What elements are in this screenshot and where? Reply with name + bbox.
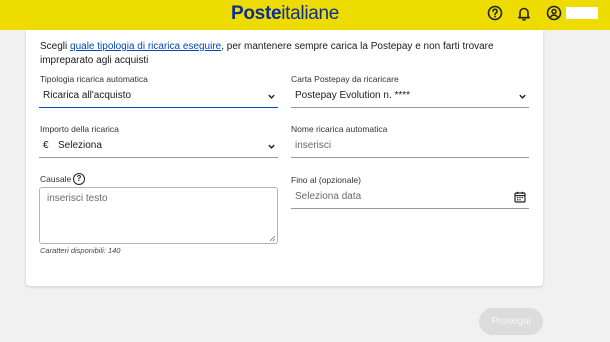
- fino-al-label: Fino al (opzionale): [291, 175, 361, 185]
- currency-symbol: €: [43, 140, 49, 151]
- chevron-down-icon: [268, 94, 275, 99]
- intro-text: Scegli quale tipologia di ricarica esegu…: [40, 41, 494, 66]
- resize-handle-icon[interactable]: [269, 235, 275, 241]
- nome-input[interactable]: inserisci: [291, 136, 529, 158]
- chevron-down-icon: [519, 94, 526, 99]
- fino-al-date-input[interactable]: Seleziona data: [291, 187, 529, 209]
- causale-label: Causale: [40, 174, 72, 184]
- nome-label: Nome ricarica automatica: [291, 124, 388, 134]
- posteitaliane-logo[interactable]: Posteitaliane: [231, 3, 339, 25]
- char-counter: Caratteri disponibili: 140: [40, 246, 121, 255]
- tipologia-select[interactable]: Ricarica all'acquisto: [39, 86, 278, 108]
- user-icon[interactable]: [545, 4, 563, 22]
- top-bar: Posteitaliane: [0, 0, 610, 30]
- prosegui-button[interactable]: Prosegui: [479, 308, 543, 335]
- carta-select[interactable]: Postepay Evolution n. ****: [291, 86, 529, 108]
- chevron-down-icon: [268, 144, 275, 149]
- user-name-redacted[interactable]: [566, 7, 598, 19]
- calendar-icon[interactable]: [514, 191, 526, 203]
- tipologia-label: Tipologia ricarica automatica: [40, 74, 148, 84]
- carta-label: Carta Postepay da ricaricare: [291, 74, 399, 84]
- bell-icon[interactable]: [515, 4, 533, 22]
- causale-textarea[interactable]: inserisci testo: [39, 187, 278, 244]
- help-icon[interactable]: ?: [73, 173, 85, 185]
- help-icon[interactable]: [486, 4, 504, 22]
- importo-select[interactable]: € Seleziona: [39, 136, 278, 158]
- tipologia-info-link[interactable]: quale tipologia di ricarica eseguire: [70, 41, 221, 52]
- importo-label: Importo della ricarica: [40, 124, 119, 134]
